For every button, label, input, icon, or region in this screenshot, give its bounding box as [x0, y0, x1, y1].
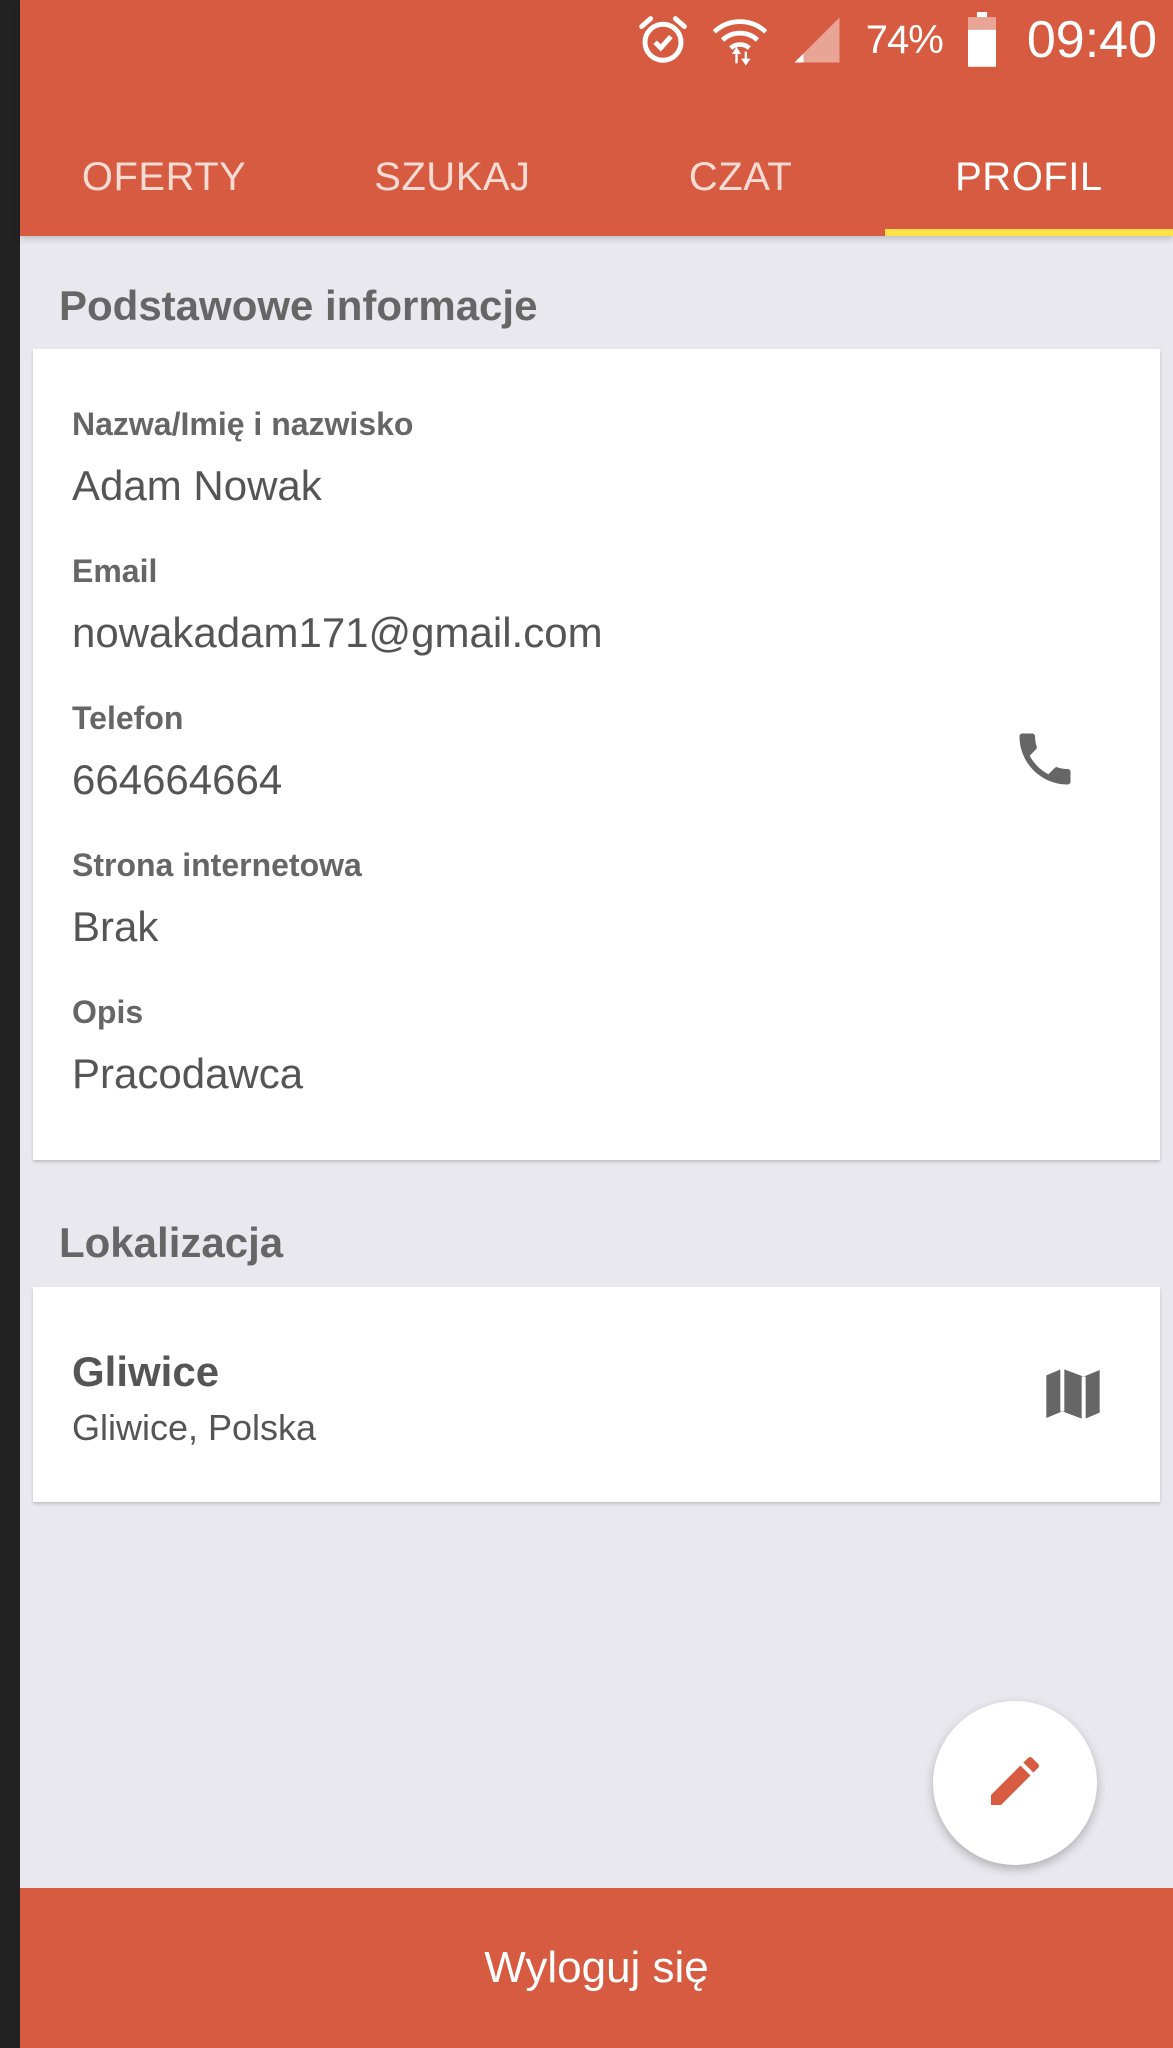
clock: 09:40: [1026, 11, 1157, 69]
tab-szukaj[interactable]: SZUKAJ: [308, 118, 596, 236]
pencil-icon: [983, 1749, 1047, 1818]
alarm-icon: [636, 13, 690, 67]
active-tab-indicator: [884, 229, 1173, 236]
tab-label: CZAT: [688, 154, 793, 199]
screen-left-edge: [0, 0, 20, 2048]
website-label: Strona internetowa: [72, 847, 362, 883]
location-card[interactable]: Gliwice Gliwice, Polska: [33, 1287, 1160, 1502]
tab-label: PROFIL: [955, 154, 1103, 199]
app-root: 74% 09:40 OFERTY SZUKAJ CZAT PROFIL Pods…: [20, 0, 1173, 2048]
description-label: Opis: [72, 994, 144, 1030]
tab-profil[interactable]: PROFIL: [884, 118, 1173, 236]
edit-fab[interactable]: [933, 1701, 1097, 1865]
phone-label: Telefon: [72, 700, 184, 736]
location-detail: Gliwice, Polska: [72, 1407, 317, 1448]
phone-icon[interactable]: [1005, 719, 1085, 799]
email-value: nowakadam171@gmail.com: [72, 609, 603, 656]
tab-label: SZUKAJ: [374, 154, 531, 199]
wifi-icon: [712, 12, 768, 68]
phone-value: 664664664: [72, 756, 283, 803]
basic-info-card: Nazwa/Imię i nazwisko Adam Nowak Email n…: [33, 349, 1160, 1160]
location-title: Lokalizacja: [59, 1219, 284, 1266]
battery-icon: [965, 12, 999, 68]
name-value: Adam Nowak: [72, 462, 322, 509]
tab-label: OFERTY: [81, 154, 247, 199]
signal-icon: [790, 13, 844, 67]
app-bar: 74% 09:40 OFERTY SZUKAJ CZAT PROFIL: [20, 0, 1173, 236]
email-label: Email: [72, 553, 158, 589]
basic-info-title: Podstawowe informacje: [59, 282, 538, 329]
status-bar: 74% 09:40: [636, 8, 1157, 72]
tab-oferty[interactable]: OFERTY: [20, 118, 308, 236]
website-value: Brak: [72, 903, 159, 950]
tab-bar: OFERTY SZUKAJ CZAT PROFIL: [20, 118, 1173, 236]
battery-percent: 74%: [865, 17, 944, 62]
name-label: Nazwa/Imię i nazwisko: [72, 406, 414, 442]
map-icon[interactable]: [1033, 1354, 1113, 1434]
location-name: Gliwice: [72, 1348, 220, 1395]
tab-czat[interactable]: CZAT: [597, 118, 885, 236]
description-value: Pracodawca: [72, 1050, 304, 1097]
logout-button[interactable]: Wyloguj się: [20, 1888, 1173, 2048]
logout-label: Wyloguj się: [484, 1943, 709, 1992]
